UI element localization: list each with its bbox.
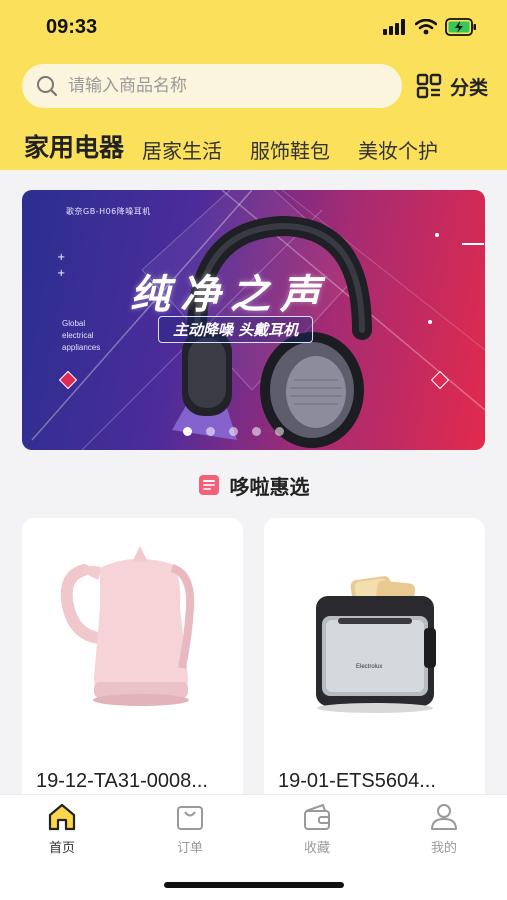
product-name: 19-12-TA31-0008... [36, 770, 208, 792]
grid-icon [416, 73, 442, 99]
user-icon [431, 804, 457, 830]
home-indicator[interactable] [164, 882, 344, 888]
app-screen: 09:33 请输入商品名称 分类 家用电器 居家生活 服饰鞋包 美妆个护 + +… [0, 0, 507, 900]
pink-kettle-image [60, 546, 195, 706]
search-box[interactable] [22, 64, 402, 108]
bag-icon [177, 806, 203, 830]
nav-label: 收藏 [303, 841, 330, 856]
carousel-dot[interactable] [229, 427, 238, 436]
category-tabs: 家用电器 居家生活 服饰鞋包 美妆个护 [24, 124, 494, 164]
carousel-dot[interactable] [206, 427, 215, 436]
status-bar: 09:33 [0, 0, 507, 56]
cellular-signal-icon [383, 19, 405, 35]
nav-profile[interactable]: 我的 [404, 801, 484, 861]
nav-label: 我的 [430, 841, 457, 856]
nav-orders[interactable]: 订单 [150, 801, 230, 861]
banner-subtitle: 主动降噪 头戴耳机 [158, 316, 314, 343]
nav-favorites[interactable]: 收藏 [277, 801, 357, 861]
banner-side-line: Global [62, 319, 86, 328]
carousel-indicator [22, 427, 485, 436]
coupon-icon [198, 475, 219, 495]
search-icon [37, 76, 58, 97]
banner-side-line: electrical [62, 331, 94, 340]
carousel-dot[interactable] [252, 427, 261, 436]
tab-beauty-care[interactable]: 美妆个护 [358, 135, 438, 164]
nav-home[interactable]: 首页 [22, 801, 102, 861]
section-header: 哆啦惠选 [0, 470, 507, 500]
promo-banner[interactable]: + + 歌奈GB-H06降噪耳机 纯净之声 主动降噪 头戴耳机 Global e… [22, 190, 485, 450]
banner-product-name: 歌奈GB-H06降噪耳机 [66, 207, 151, 216]
banner-title: 纯净之声 [130, 272, 330, 318]
wifi-icon [415, 19, 437, 35]
carousel-dot[interactable] [275, 427, 284, 436]
product-card[interactable]: 19-12-TA31-0008... [22, 518, 243, 808]
nav-label: 首页 [48, 841, 75, 856]
section-title: 哆啦惠选 [229, 474, 310, 499]
nav-label: 订单 [176, 841, 203, 856]
status-time: 09:33 [46, 16, 98, 38]
home-icon [48, 803, 76, 831]
battery-charging-icon [445, 18, 476, 36]
product-name: 19-01-ETS5604... [278, 770, 436, 792]
status-icons [383, 18, 477, 36]
search-input[interactable] [68, 76, 388, 96]
banner-side-text: Global electrical appliances [62, 318, 100, 354]
product-card[interactable]: Electrolux 19-01-ETS5604... [264, 518, 485, 808]
wallet-icon [304, 803, 330, 830]
search-row: 分类 [22, 64, 492, 108]
tab-home-appliances[interactable]: 家用电器 [24, 128, 124, 164]
toaster-image: Electrolux [316, 576, 436, 713]
banner-side-line: appliances [62, 343, 101, 352]
carousel-dot[interactable] [183, 427, 192, 436]
header: 09:33 请输入商品名称 分类 家用电器 居家生活 服饰鞋包 美妆个护 [0, 0, 507, 170]
tab-home-living[interactable]: 居家生活 [142, 135, 222, 164]
svg-text:Electrolux: Electrolux [356, 664, 382, 670]
tab-apparel-bags[interactable]: 服饰鞋包 [250, 135, 330, 164]
category-label: 分类 [450, 76, 489, 99]
category-button[interactable]: 分类 [416, 68, 488, 104]
